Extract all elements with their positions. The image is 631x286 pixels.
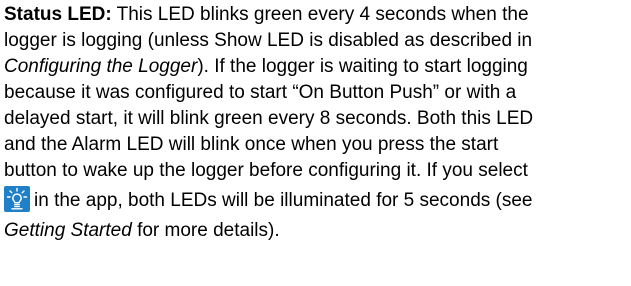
text-line-5: delayed start, it will blink green every… — [4, 108, 534, 129]
text-line-9-post: for more details). — [131, 220, 280, 241]
text-line-8-body: in the app, both LEDs will be illuminate… — [34, 190, 533, 211]
text-line-7: button to wake up the logger before conf… — [4, 160, 528, 181]
text-line-8: in the app, both LEDs will be illuminate… — [4, 184, 625, 218]
light-bulb-icon — [4, 186, 30, 212]
document-page: Status LED: This LED blinks green every … — [0, 0, 631, 286]
text-line-4: because it was configured to start “On B… — [4, 82, 517, 103]
text-line-3-post: ). If the logger is waiting to start log… — [197, 56, 528, 77]
status-led-paragraph: Status LED: This LED blinks green every … — [4, 2, 625, 244]
getting-started-reference: Getting Started — [4, 220, 132, 241]
text-line-2: logger is logging (unless Show LED is di… — [4, 30, 533, 51]
text-line-6: and the Alarm LED will blink once when y… — [4, 134, 499, 155]
text-line-3: Configuring the Logger). If the logger i… — [4, 54, 625, 80]
text-line-1: Status LED: This LED blinks green every … — [4, 2, 625, 28]
text-line-1-body: This LED blinks green every 4 seconds wh… — [111, 4, 529, 25]
configuring-the-logger-reference: Configuring the Logger — [4, 56, 198, 77]
status-led-term: Status LED: — [4, 4, 112, 25]
text-line-9: Getting Started for more details). — [4, 218, 625, 244]
